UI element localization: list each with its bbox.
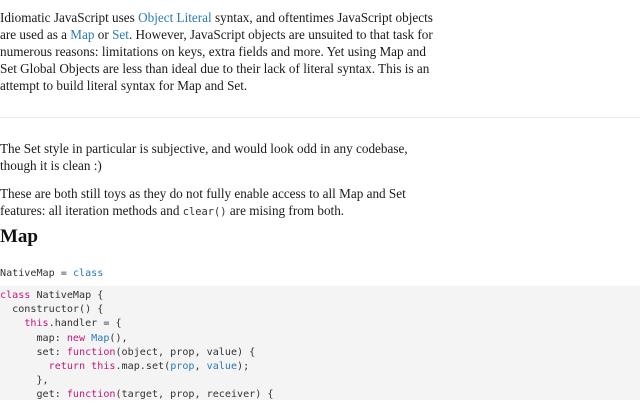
keyword: new bbox=[66, 332, 86, 344]
argument: value bbox=[206, 360, 238, 372]
keyword: return bbox=[48, 360, 86, 372]
code-block: class NativeMap { constructor() { this.h… bbox=[0, 286, 640, 400]
code-text: (), bbox=[109, 332, 128, 344]
keyword: function bbox=[66, 346, 116, 358]
code-line-8: get: function(target, prop, receiver) { bbox=[0, 388, 640, 402]
set-style-paragraph: The Set style in particular is subjectiv… bbox=[0, 141, 408, 173]
intro-text-3: or bbox=[94, 27, 113, 42]
native-map-keyword: class bbox=[72, 268, 104, 279]
map-link[interactable]: Map bbox=[70, 27, 94, 42]
code-line-1: class NativeMap { bbox=[0, 289, 640, 303]
toys-text-2: are mising from both. bbox=[226, 203, 345, 218]
map-heading: Map bbox=[0, 226, 38, 247]
code-text: set: bbox=[0, 346, 67, 358]
code-line-7: }, bbox=[0, 375, 49, 387]
keyword: class bbox=[0, 290, 31, 301]
intro-paragraph: Idiomatic JavaScript uses Object Literal… bbox=[0, 9, 440, 94]
code-text: , bbox=[194, 360, 207, 372]
keyword: this bbox=[24, 318, 49, 330]
code-line-2: constructor() { bbox=[0, 304, 104, 316]
code-line-5: set: function(object, prop, value) { bbox=[0, 346, 640, 360]
section-divider bbox=[0, 117, 640, 118]
code-line-6: return this.map.set(prop, value); bbox=[0, 360, 640, 374]
code-text: NativeMap { bbox=[30, 290, 104, 301]
clear-method-code: clear() bbox=[182, 206, 227, 218]
code-text: (target, prop, receiver) { bbox=[115, 389, 274, 401]
argument: prop bbox=[170, 360, 195, 372]
set-link[interactable]: Set bbox=[112, 27, 129, 42]
code-text: (object, prop, value) { bbox=[115, 346, 256, 358]
keyword: function bbox=[66, 389, 116, 401]
code-text: map: bbox=[0, 332, 67, 344]
native-map-line: NativeMap = class bbox=[0, 265, 103, 282]
intro-text-1: Idiomatic JavaScript uses bbox=[0, 10, 139, 25]
code-line-4: map: new Map(), bbox=[0, 332, 640, 346]
code-text: ); bbox=[237, 360, 250, 372]
code-text: .handler = { bbox=[48, 318, 122, 330]
native-map-lhs: NativeMap = bbox=[0, 268, 73, 279]
article: Idiomatic JavaScript uses Object Literal… bbox=[0, 0, 640, 400]
class-name: Map bbox=[91, 332, 110, 344]
code-text: get: bbox=[0, 389, 67, 401]
code-line-3: this.handler = { bbox=[0, 317, 640, 331]
code-text: .map.set( bbox=[115, 360, 171, 372]
toys-paragraph: These are both still toys as they do not… bbox=[0, 185, 440, 221]
object-literal-link[interactable]: Object Literal bbox=[138, 10, 212, 25]
keyword: this bbox=[91, 360, 116, 372]
